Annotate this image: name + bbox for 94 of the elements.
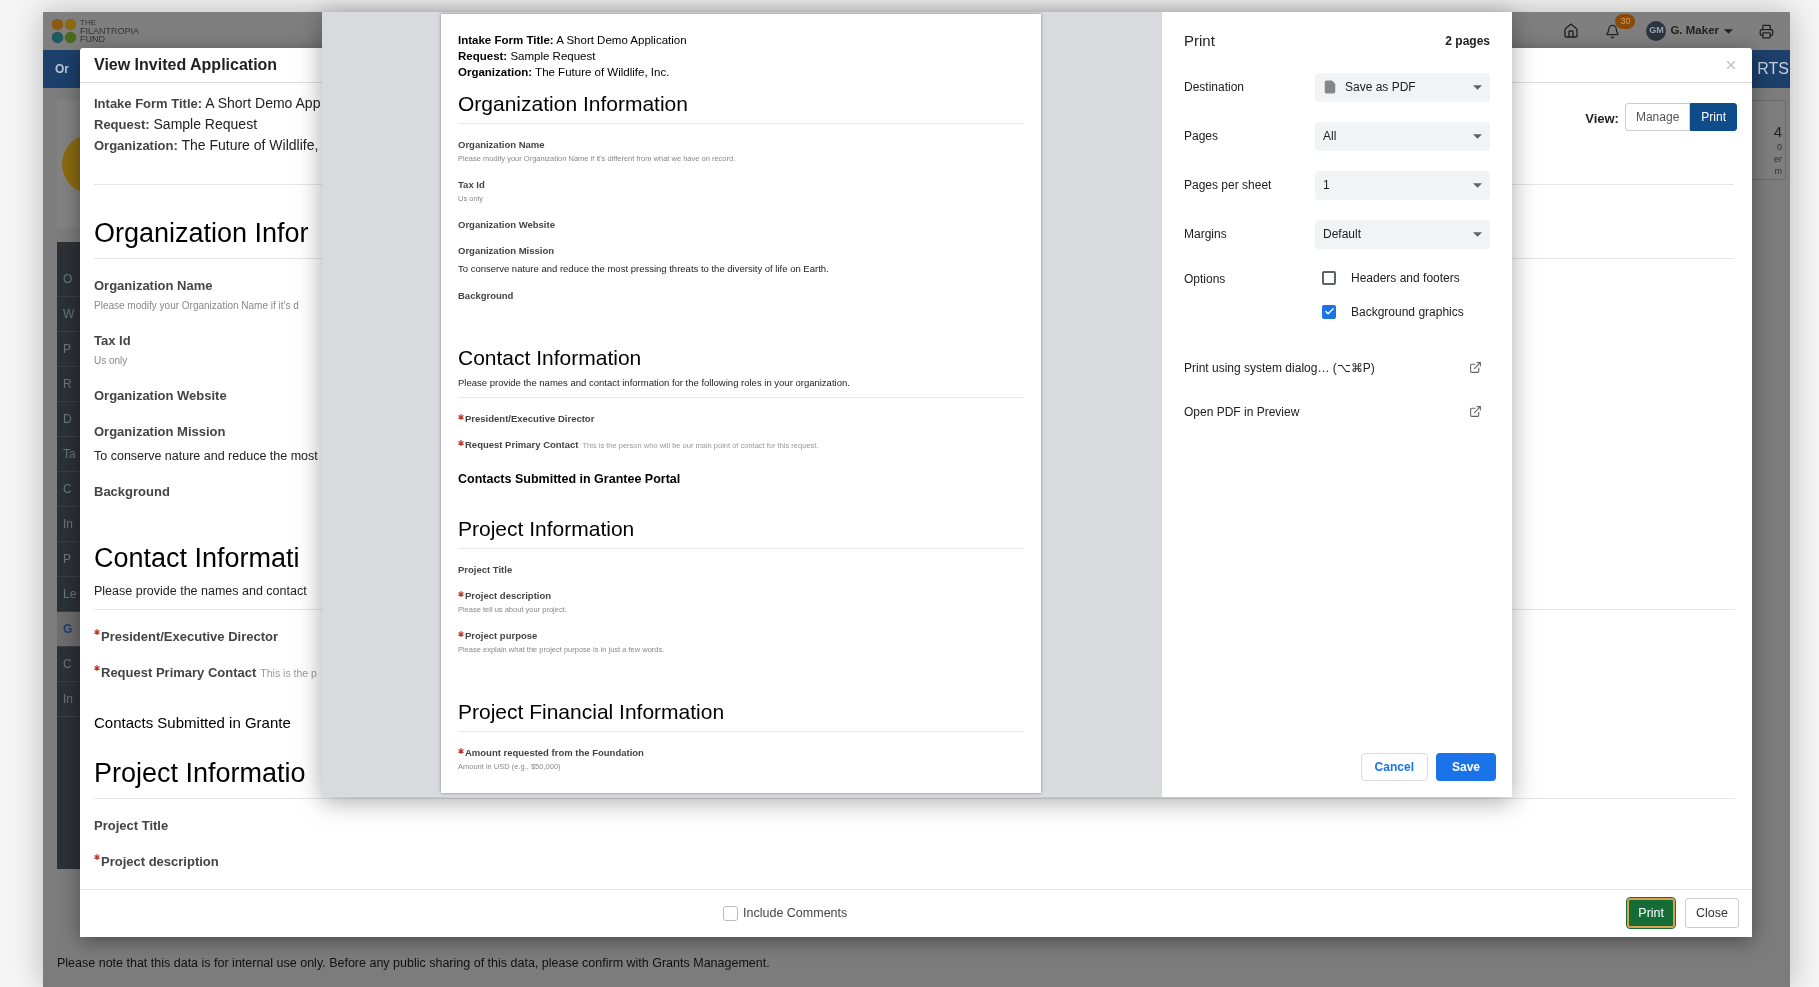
setting-label: Pages <box>1184 128 1220 145</box>
printer-icon[interactable] <box>1759 23 1774 39</box>
checkbox-label: Background graphics <box>1351 303 1464 321</box>
subsection-heading: Contacts Submitted in Grante <box>94 712 291 733</box>
page-count: 2 pages <box>1445 33 1490 51</box>
panel-title: Print <box>1184 31 1215 51</box>
checkbox[interactable] <box>1322 270 1336 285</box>
view-toggle[interactable]: Print <box>1690 102 1737 131</box>
external-link-icon <box>1469 405 1482 418</box>
field-value: To conserve nature and reduce the most pressing threats to the diversity of life on Earth. <box>458 263 829 275</box>
meta-line: Request: Sample Request <box>458 49 596 64</box>
nav-item[interactable]: RTS <box>1757 57 1789 81</box>
cancel-button[interactable]: Cancel <box>1360 753 1428 781</box>
modal-title: View Invited Application <box>94 54 278 75</box>
meta-line: Intake Form Title: A Short Demo Application <box>458 33 687 48</box>
field-label: Tax Id <box>458 179 485 190</box>
section-description: Please provide the names and contact information for the following roles in your organization. <box>458 377 850 389</box>
meta-line: Request: Sample Request <box>94 114 259 134</box>
footer-note: Please note that this data is for internal use only. Before any public sharing of this data, please confirm with Grants Management. <box>56 954 771 972</box>
field-label: Organization Mission <box>94 422 226 441</box>
caret-icon <box>1724 28 1733 34</box>
setting-label: Destination <box>1184 79 1246 96</box>
subsection-heading: Contacts Submitted in Grantee Portal <box>458 472 681 488</box>
meta-line: Organization: The Future of Wildlife, <box>94 135 320 155</box>
caret-icon <box>1473 182 1482 188</box>
summary-text: 4 <box>1773 123 1782 141</box>
nav-item[interactable]: Or <box>55 60 69 78</box>
close-button[interactable]: Close <box>1685 898 1739 929</box>
home-icon[interactable] <box>1563 23 1580 39</box>
view-label: View: <box>1585 109 1619 128</box>
caret-icon <box>1473 133 1482 139</box>
logo-text: THE <box>80 19 97 27</box>
setting-select[interactable]: 1 <box>1315 170 1490 200</box>
checkbox-label: Include Comments <box>743 904 848 922</box>
field-label: President/Executive Director <box>465 413 595 424</box>
section-heading: Project Financial Information <box>458 700 725 725</box>
field-label: Background <box>458 290 514 301</box>
logo-text: FILANTROPIA <box>80 27 139 35</box>
field-hint: Us only <box>94 353 129 368</box>
user-menu[interactable]: G. Maker <box>1670 22 1733 40</box>
field-label: Organization Website <box>94 386 227 405</box>
section-heading: Project Information <box>458 517 635 542</box>
external-link-icon <box>1469 361 1482 374</box>
options-label: Options <box>1184 270 1227 288</box>
setting-select[interactable]: All <box>1315 121 1490 151</box>
save-button[interactable]: Save <box>1435 753 1496 781</box>
checkbox[interactable] <box>1322 304 1336 319</box>
field-label: Project description <box>101 852 219 871</box>
section-heading: Organization Infor <box>94 216 309 250</box>
document-icon <box>1323 80 1337 94</box>
checkbox[interactable] <box>723 905 739 921</box>
section-heading: Organization Information <box>458 92 688 116</box>
summary-text: 0 <box>1777 141 1782 153</box>
caret-icon <box>1473 84 1482 90</box>
field-label: Organization Mission <box>458 245 555 256</box>
field-label: Request Primary Contact <box>101 663 257 682</box>
section-heading: Project Informatio <box>94 756 306 790</box>
print-button[interactable]: Print <box>1627 898 1676 929</box>
field-label: Project description <box>465 590 552 602</box>
setting-select[interactable]: Save as PDF <box>1315 72 1490 102</box>
field-label: Organization Name <box>458 139 545 150</box>
logo-text: FUND <box>80 35 106 43</box>
field-label: President/Executive Director <box>101 627 279 646</box>
view-toggle[interactable]: Manage <box>1624 102 1691 131</box>
field-hint: Please modify your Organization Name if it's d <box>94 298 299 313</box>
dialog-link[interactable]: Print using system dialog… (⌥⌘P) <box>1184 358 1490 377</box>
section-heading: Contact Information <box>458 346 642 370</box>
field-label: Amount requested from the Foundation <box>465 747 644 759</box>
meta-line: Organization: The Future of Wildlife, Inc. <box>458 65 670 80</box>
field-label: Request Primary Contact <box>465 439 579 450</box>
section-heading: Contact Informati <box>94 541 300 575</box>
section-description: Please provide the names and contact <box>94 582 307 599</box>
summary-text: er <box>1774 153 1782 165</box>
field-value: To conserve nature and reduce the most <box>94 447 318 465</box>
field-label: Project Title <box>94 816 169 835</box>
caret-icon <box>1473 231 1482 237</box>
field-label: Tax Id <box>94 331 131 350</box>
setting-select[interactable]: Default <box>1315 219 1490 249</box>
setting-label: Pages per sheet <box>1184 177 1273 194</box>
logo-icon <box>51 18 77 44</box>
notification-badge: 30 <box>1615 13 1636 29</box>
bell-icon[interactable] <box>1605 23 1621 39</box>
dialog-link[interactable]: Open PDF in Preview <box>1184 402 1490 421</box>
summary-text: m <box>1774 165 1782 177</box>
field-note: This is the p <box>260 665 317 681</box>
user-avatar[interactable]: GM <box>1646 21 1667 41</box>
field-label: Project purpose <box>465 630 538 642</box>
field-label: Organization Website <box>458 219 555 230</box>
field-label: Background <box>94 482 170 501</box>
checkbox-label: Headers and footers <box>1351 269 1460 287</box>
field-label: Organization Name <box>94 276 213 295</box>
meta-line: Intake Form Title: A Short Demo App <box>94 93 321 113</box>
field-label: Project Title <box>458 564 513 576</box>
setting-label: Margins <box>1184 226 1228 243</box>
